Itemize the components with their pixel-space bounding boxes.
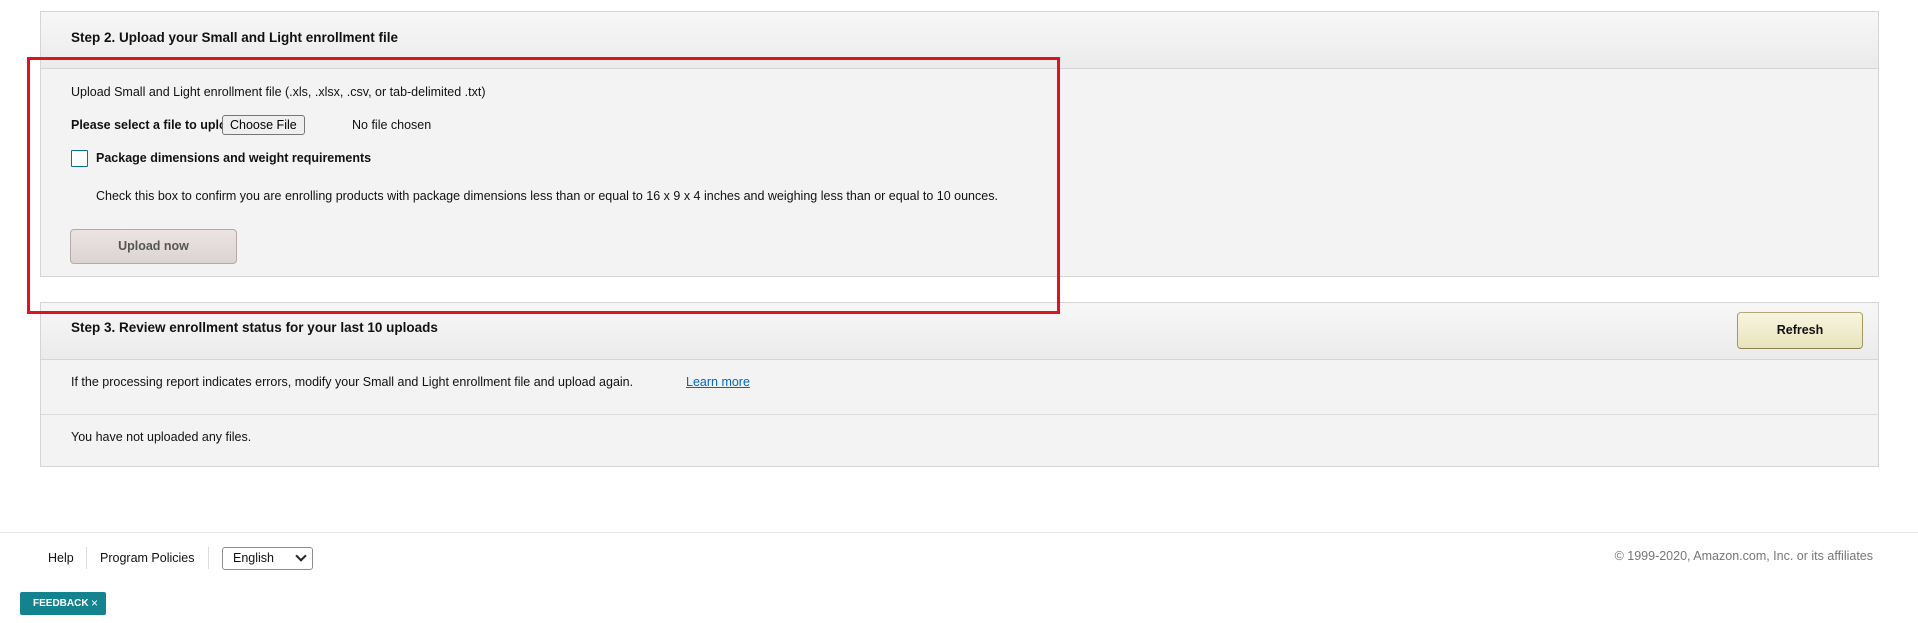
step3-header: Step 3. Review enrollment status for you… (41, 303, 1878, 360)
processing-report-info: If the processing report indicates error… (71, 375, 634, 389)
refresh-button[interactable]: Refresh (1737, 312, 1863, 349)
copyright-text: © 1999-2020, Amazon.com, Inc. or its aff… (1614, 549, 1873, 563)
upload-description: Upload Small and Light enrollment file (… (71, 85, 486, 99)
upload-now-button[interactable]: Upload now (70, 229, 237, 264)
footer-program-policies-link[interactable]: Program Policies (100, 551, 194, 565)
choose-file-button[interactable]: Choose File (222, 115, 305, 135)
page: Step 2. Upload your Small and Light enro… (0, 0, 1918, 623)
footer-separator (86, 547, 87, 569)
package-requirements-help: Check this box to confirm you are enroll… (96, 189, 998, 203)
step2-panel: Step 2. Upload your Small and Light enro… (40, 11, 1879, 277)
package-requirements-checkbox[interactable] (71, 150, 88, 167)
feedback-button[interactable]: FEEDBACK × (20, 592, 106, 615)
chevron-down-icon (295, 550, 307, 562)
no-uploads-text: You have not uploaded any files. (71, 430, 252, 444)
step2-title: Step 2. Upload your Small and Light enro… (71, 30, 399, 45)
no-file-chosen-text: No file chosen (352, 118, 432, 132)
learn-more-link[interactable]: Learn more (686, 375, 750, 389)
feedback-label: FEEDBACK (33, 598, 89, 609)
footer-divider (0, 532, 1918, 533)
step3-divider (41, 414, 1878, 415)
language-selected-value: English (233, 551, 274, 565)
footer-separator (208, 547, 209, 569)
close-icon[interactable]: × (91, 592, 98, 615)
package-requirements-label[interactable]: Package dimensions and weight requiremen… (96, 151, 371, 165)
step2-header: Step 2. Upload your Small and Light enro… (41, 12, 1878, 69)
language-select[interactable]: English (222, 547, 313, 570)
select-file-label: Please select a file to upload. (71, 118, 245, 132)
footer-help-link[interactable]: Help (48, 551, 74, 565)
step3-title: Step 3. Review enrollment status for you… (71, 320, 438, 335)
